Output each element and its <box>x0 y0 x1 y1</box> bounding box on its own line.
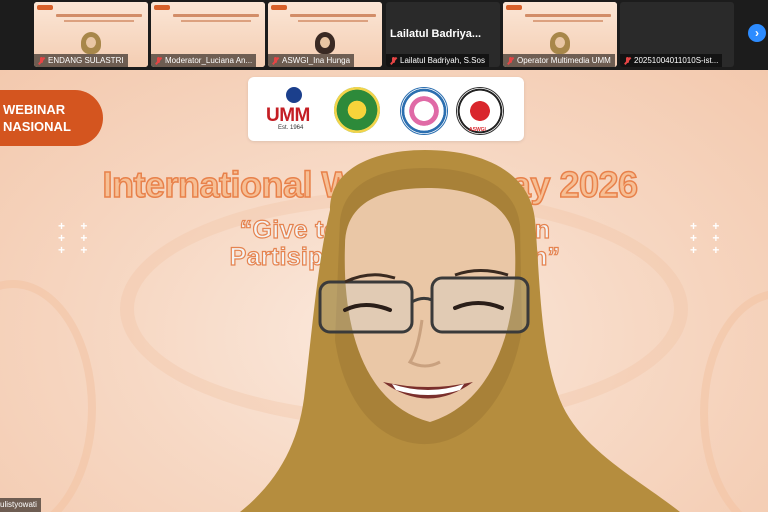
mic-muted-icon <box>624 56 631 65</box>
university-seal-icon <box>334 87 380 133</box>
umm-crest-icon <box>286 87 302 103</box>
decorative-ribbon <box>0 280 96 512</box>
mic-muted-icon <box>507 56 514 65</box>
gender-study-seal-icon <box>400 87 448 135</box>
participant-name: Operator Multimedia UMM <box>517 56 611 65</box>
participant-tile[interactable]: 20251004011010S-ist... <box>620 2 734 67</box>
mic-muted-icon <box>155 56 162 65</box>
participant-name-bar: Moderator_Luciana An... <box>151 54 257 67</box>
participant-name-bar: Operator Multimedia UMM <box>503 54 615 67</box>
self-view-label: ulistyowati <box>0 498 41 512</box>
participant-strip: ENDANG SULASTRI Moderator_Luciana An... … <box>0 0 768 70</box>
participant-name-bar: ASWGI_Ina Hunga <box>268 54 355 67</box>
participant-name: ASWGI_Ina Hunga <box>282 56 351 65</box>
umm-logo: UMM <box>266 105 310 126</box>
decorative-ribbon <box>700 290 768 512</box>
participant-tile[interactable]: Moderator_Luciana An... <box>151 2 265 67</box>
sparkle-decoration: + + + + + + <box>690 219 726 257</box>
badge-line-2: NASIONAL <box>3 119 71 134</box>
participant-tile[interactable]: Operator Multimedia UMM <box>503 2 617 67</box>
participant-display-name: Lailatul Badriya... <box>390 28 482 40</box>
slide-title: International Women's Day 2026 <box>102 163 639 206</box>
participant-tile[interactable]: Lailatul Badriya... Lailatul Badriyah, S… <box>386 2 500 67</box>
theme-line-1: “Give to Gain: ...kses dan <box>239 215 551 244</box>
badge-line-1: WEBINAR <box>3 102 66 117</box>
participant-name-bar: 20251004011010S-ist... <box>620 54 723 67</box>
mic-muted-icon <box>272 56 279 65</box>
logo-bar: UMM Est. 1964 ASWGI <box>248 77 524 141</box>
theme-line-2: Partisipasi Be... ...empuan” <box>229 242 561 271</box>
participant-name-bar: ENDANG SULASTRI <box>34 54 128 67</box>
participant-name: Moderator_Luciana An... <box>165 56 253 65</box>
aswgi-label: ASWGI <box>469 127 486 133</box>
participant-name: Lailatul Badriyah, S.Sos <box>400 56 485 65</box>
webinar-badge: WEBINAR NASIONAL <box>0 90 103 146</box>
mic-muted-icon <box>390 56 397 65</box>
participant-tile[interactable]: ASWGI_Ina Hunga <box>268 2 382 67</box>
participant-tile[interactable]: ENDANG SULASTRI <box>34 2 148 67</box>
participant-name: 20251004011010S-ist... <box>634 56 719 65</box>
participant-name: ENDANG SULASTRI <box>48 56 124 65</box>
umm-est-label: Est. 1964 <box>278 125 304 131</box>
chevron-right-icon[interactable]: › <box>748 24 766 42</box>
shared-screen: WEBINAR NASIONAL UMM Est. 1964 ASWGI Int… <box>0 70 768 512</box>
sparkle-decoration: + + + + + + <box>58 219 94 257</box>
mic-muted-icon <box>38 56 45 65</box>
participant-name-bar: Lailatul Badriyah, S.Sos <box>386 54 489 67</box>
